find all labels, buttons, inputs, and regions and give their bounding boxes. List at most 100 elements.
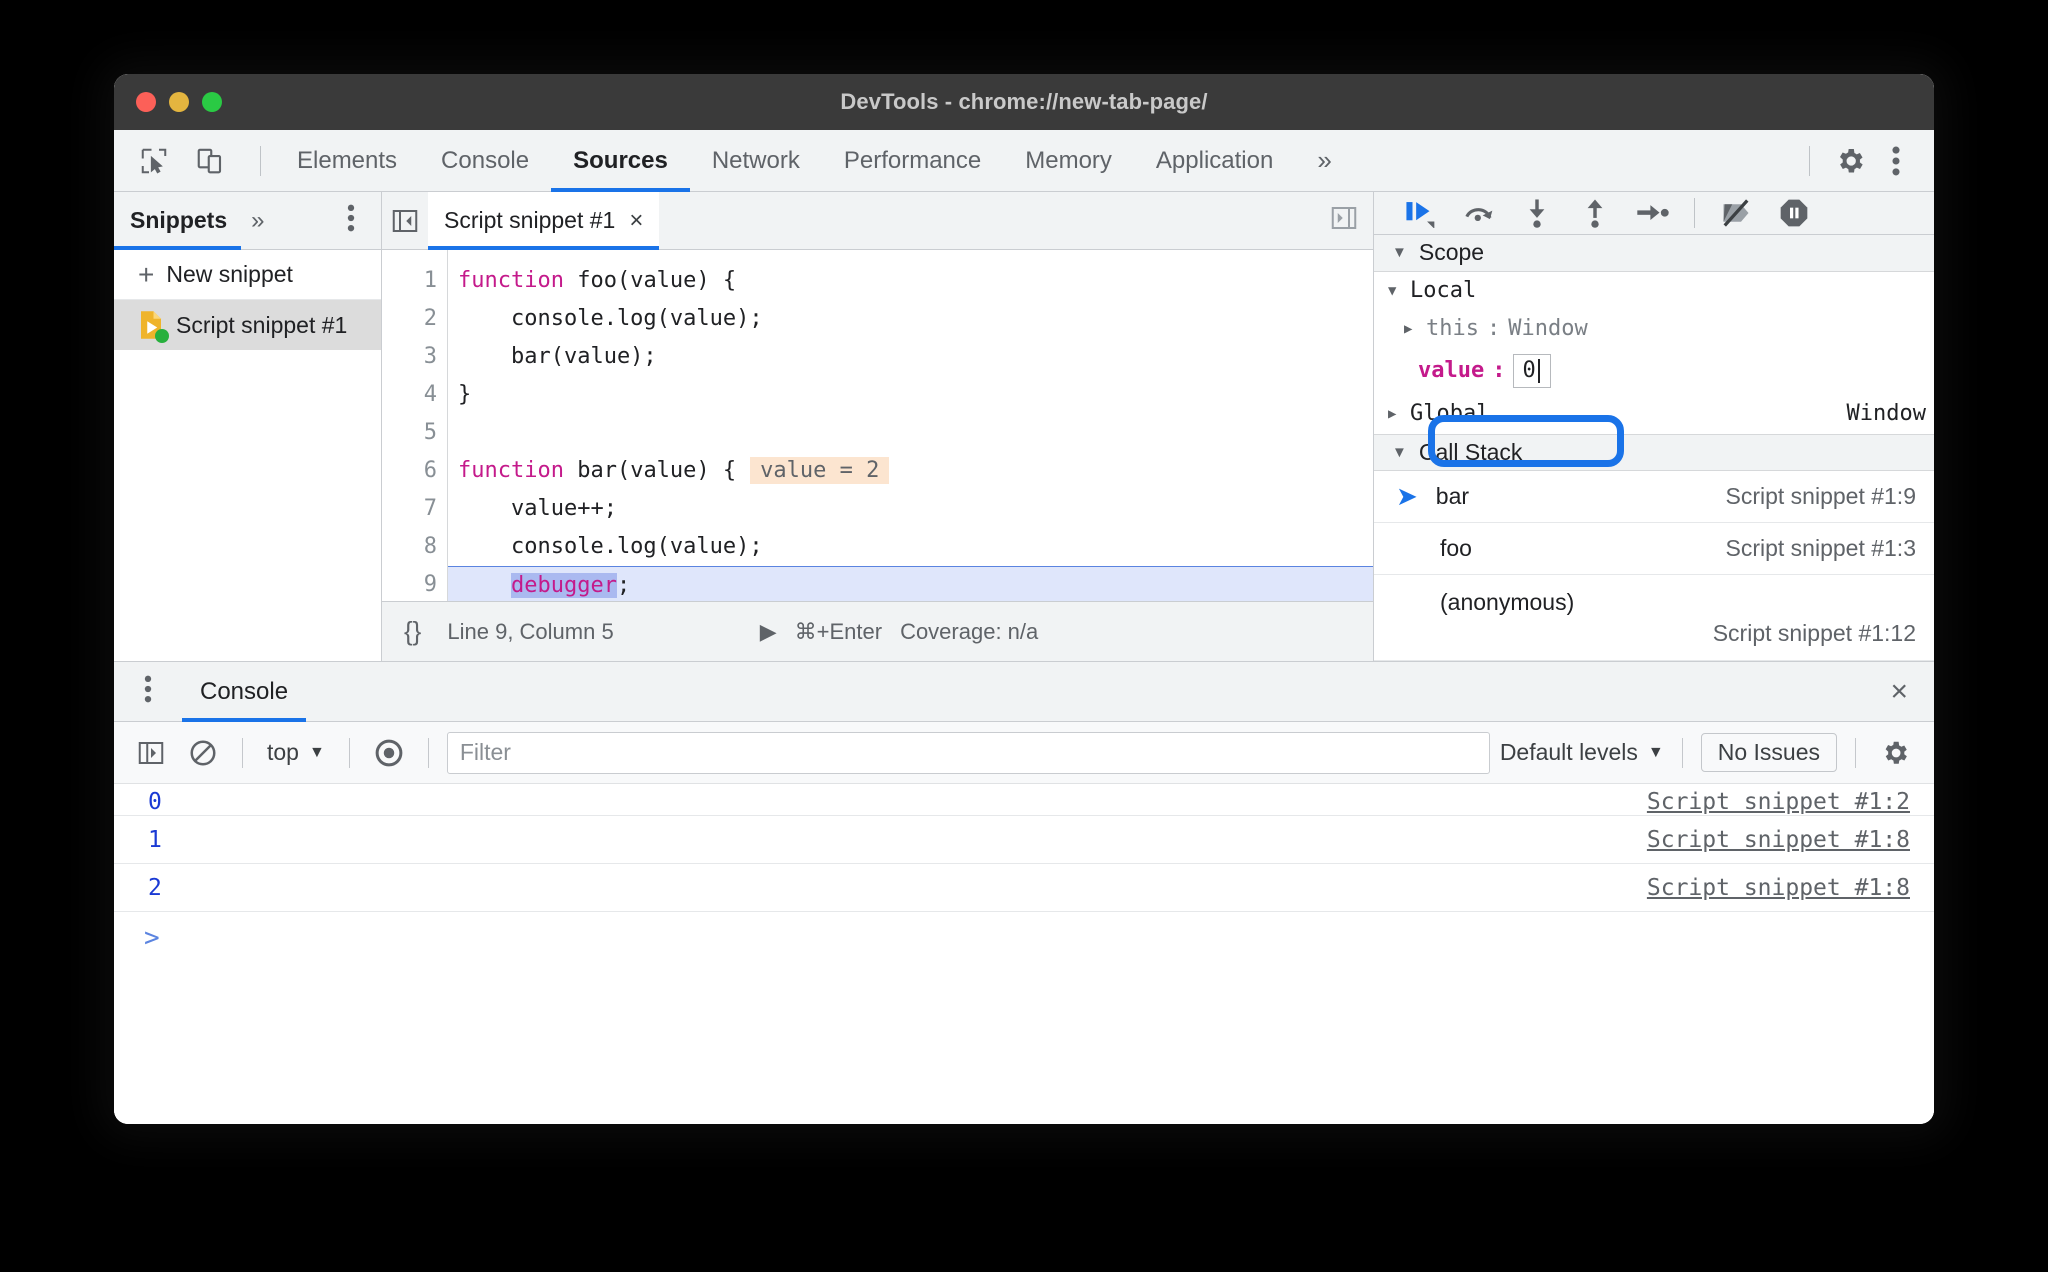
scope-group-global[interactable]: ▶ Global Window	[1374, 394, 1934, 434]
coverage-label: Coverage: n/a	[900, 618, 1039, 644]
call-stack-frame-bar[interactable]: ➤ bar Script snippet #1:9	[1374, 471, 1934, 523]
call-stack-frame-name: foo	[1440, 535, 1472, 561]
console-message-source[interactable]: Script snippet #1:8	[1647, 875, 1910, 901]
tab-memory[interactable]: Memory	[1003, 130, 1134, 191]
chevron-down-icon: ▼	[1392, 244, 1407, 262]
code-lines: function foo(value) { console.log(value)…	[448, 250, 1373, 601]
tab-network[interactable]: Network	[690, 130, 822, 191]
toolbar-divider	[260, 145, 261, 176]
console-message[interactable]: 2 Script snippet #1:8	[114, 864, 1934, 912]
scope-section-header[interactable]: ▼ Scope	[1374, 235, 1934, 272]
panel-collapse-left-icon[interactable]	[382, 206, 428, 236]
run-triangle-icon[interactable]: ▶	[760, 619, 777, 645]
close-icon[interactable]: ×	[1890, 675, 1934, 709]
console-drawer: Console × top ▼ Filter Default levels ▼ …	[114, 662, 1934, 1124]
code-line-8: console.log(value);	[458, 534, 763, 559]
navigator-kebab-icon[interactable]	[339, 204, 381, 237]
device-toggle-icon[interactable]	[190, 141, 230, 181]
drawer-kebab-icon[interactable]	[114, 675, 182, 708]
tab-sources[interactable]: Sources	[551, 130, 690, 192]
pretty-print-icon[interactable]: {}	[404, 616, 421, 647]
inspect-cursor-icon[interactable]	[134, 141, 174, 181]
editor-status-right: ▶ ⌘+Enter Coverage: n/a	[760, 619, 1039, 645]
chevron-down-icon: ▼	[1388, 282, 1397, 299]
console-filter-input[interactable]	[446, 731, 1490, 774]
call-stack-frame-location: Script snippet #1:12	[1712, 619, 1916, 646]
live-expression-eye-icon[interactable]	[368, 732, 410, 774]
scope-group-value: Window	[1846, 401, 1926, 427]
new-snippet-button[interactable]: + New snippet	[114, 250, 381, 300]
more-tabs-button[interactable]: »	[1295, 130, 1353, 191]
code-editor[interactable]: 1 2 3 4 5 6 7 8 9 10 11 12 13	[382, 250, 1373, 601]
chevron-down-icon: ▼	[1392, 443, 1407, 461]
console-message-source[interactable]: Script snippet #1:2	[1647, 789, 1910, 815]
editor-tab-label: Script snippet #1	[444, 207, 616, 233]
editor-tab-script-snippet-1[interactable]: Script snippet #1 ×	[428, 192, 660, 250]
console-message[interactable]: 1 Script snippet #1:8	[114, 816, 1934, 864]
clear-console-icon[interactable]	[182, 732, 224, 774]
code-line-6: function bar(value) {value = 2	[448, 452, 1373, 490]
console-message-source[interactable]: Script snippet #1:8	[1647, 827, 1910, 853]
code-line-7: value++;	[458, 496, 617, 521]
step-over-icon[interactable]	[1458, 192, 1500, 234]
tab-elements[interactable]: Elements	[275, 130, 419, 191]
call-stack-frame-foo[interactable]: foo Script snippet #1:3	[1374, 523, 1934, 575]
console-prompt[interactable]: >	[114, 912, 1934, 964]
console-context-selector[interactable]: top ▼	[261, 739, 331, 766]
scope-value-edit-field[interactable]: 0	[1513, 353, 1551, 388]
new-snippet-label: New snippet	[166, 261, 293, 287]
scope-prop-value: Window	[1508, 316, 1588, 342]
code-line-2: console.log(value);	[458, 306, 763, 331]
devtools-main-tabbar: Elements Console Sources Network Perform…	[114, 130, 1934, 192]
issues-button[interactable]: No Issues	[1700, 733, 1837, 772]
step-into-icon[interactable]	[1516, 192, 1558, 234]
call-stack-body: ➤ bar Script snippet #1:9 foo Script sni…	[1374, 471, 1934, 661]
drawer-tabbar: Console ×	[114, 662, 1934, 722]
call-stack-frame-anonymous[interactable]: (anonymous) Script snippet #1:12	[1374, 575, 1934, 661]
drawer-tab-console[interactable]: Console	[182, 662, 307, 722]
console-message-value: 2	[148, 874, 162, 901]
toolbar-divider-right	[1809, 145, 1810, 176]
close-icon[interactable]: ×	[629, 207, 643, 235]
step-out-icon[interactable]	[1574, 192, 1616, 234]
line-number: 4	[423, 382, 437, 407]
console-sidebar-icon[interactable]	[130, 732, 172, 774]
navigator-more-button[interactable]: »	[241, 207, 274, 235]
chevron-down-icon: ▼	[1647, 743, 1664, 761]
window-title: DevTools - chrome://new-tab-page/	[840, 89, 1208, 114]
pause-on-exceptions-icon[interactable]	[1773, 192, 1815, 234]
scope-group-local[interactable]: ▼ Local	[1374, 272, 1934, 310]
kebab-menu-icon[interactable]	[1876, 141, 1916, 181]
step-icon[interactable]	[1632, 192, 1674, 234]
tab-console[interactable]: Console	[419, 130, 551, 191]
panel-expand-right-icon[interactable]	[1329, 203, 1373, 238]
toolbar-divider	[427, 737, 429, 768]
scope-prop-name: value	[1418, 358, 1485, 384]
gear-icon[interactable]	[1830, 141, 1870, 181]
navigator-tab-snippets[interactable]: Snippets	[114, 192, 242, 250]
cursor-position: Line 9, Column 5	[447, 618, 614, 644]
line-number: 9	[423, 572, 437, 597]
scope-body: ▼ Local ▶ this: Window value: 0 ▶ Global…	[1374, 272, 1934, 434]
call-stack-section-header[interactable]: ▼ Call Stack	[1374, 433, 1934, 471]
console-log-levels-selector[interactable]: Default levels ▼	[1500, 739, 1664, 766]
scope-row-this[interactable]: ▶ this: Window	[1374, 310, 1934, 348]
line-number: 2	[423, 306, 437, 331]
resume-icon[interactable]	[1400, 192, 1442, 234]
chevron-right-icon: ▶	[1404, 320, 1413, 337]
toolbar-divider	[348, 737, 350, 768]
debugger-toolbar	[1374, 192, 1934, 235]
call-stack-frame-location: Script snippet #1:9	[1725, 483, 1916, 509]
line-number: 1	[423, 268, 437, 293]
line-number: 6	[423, 458, 437, 483]
scope-row-value[interactable]: value: 0	[1374, 348, 1934, 394]
tab-application[interactable]: Application	[1134, 130, 1295, 191]
tab-performance[interactable]: Performance	[822, 130, 1003, 191]
line-number: 8	[423, 534, 437, 559]
gear-icon[interactable]	[1874, 732, 1916, 774]
console-message[interactable]: 0 Script snippet #1:2	[114, 784, 1934, 816]
call-stack-header-label: Call Stack	[1418, 438, 1523, 465]
running-status-dot	[155, 329, 169, 343]
sidebar-item-script-snippet-1[interactable]: Script snippet #1	[114, 300, 381, 350]
deactivate-breakpoints-icon[interactable]	[1715, 192, 1757, 234]
